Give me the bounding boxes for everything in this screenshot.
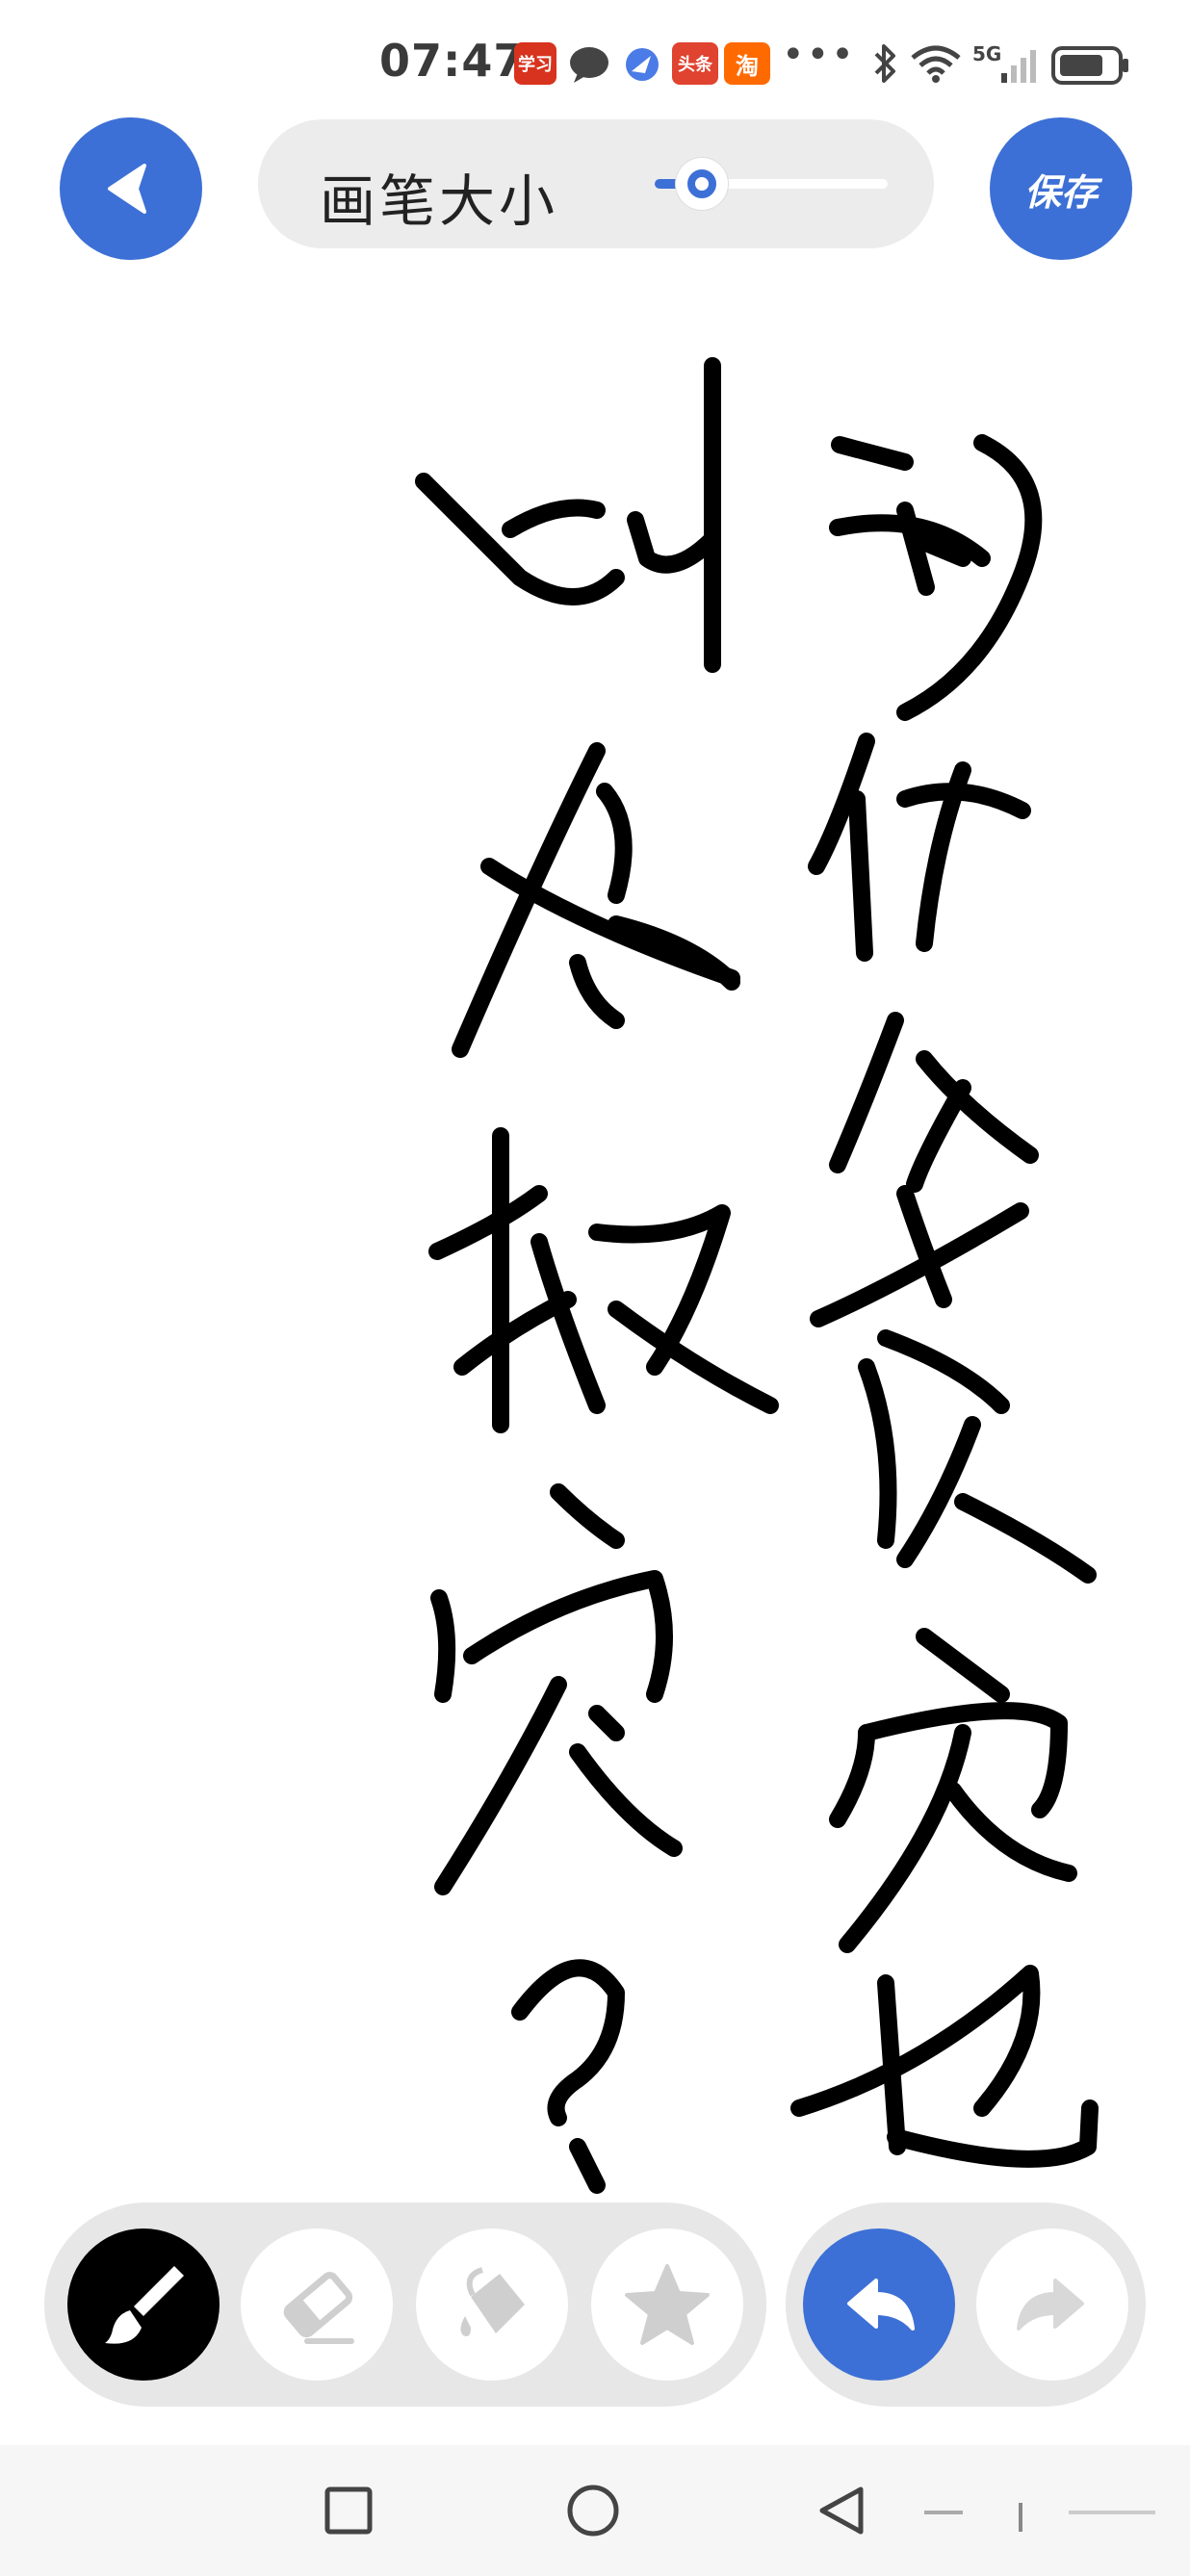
stroke xyxy=(415,473,625,605)
battery-icon xyxy=(1051,46,1128,85)
fill-tool[interactable] xyxy=(416,2228,568,2381)
stroke xyxy=(530,1233,606,1414)
status-bar: 07:47 学习 头条 淘 ••• 5G xyxy=(0,0,1190,116)
stroke xyxy=(829,1724,875,1828)
slider-track-empty xyxy=(724,179,888,189)
stroke xyxy=(569,2138,606,2194)
circle-icon[interactable] xyxy=(564,2482,622,2539)
eraser-icon xyxy=(283,2272,354,2344)
scroll-hint-icon xyxy=(924,2503,1155,2532)
stroke xyxy=(434,1676,567,1895)
xuexi-app-icon: 学习 xyxy=(514,42,556,85)
stroke xyxy=(887,2099,1099,2168)
stroke xyxy=(916,1628,1010,1703)
stroke xyxy=(848,790,873,962)
brush-size-slider[interactable] xyxy=(655,158,895,210)
stroke xyxy=(790,1965,1041,2117)
paint-bucket-icon xyxy=(460,2267,525,2336)
stroke xyxy=(829,1012,904,1173)
save-button[interactable]: 保存 xyxy=(990,117,1132,260)
history-controls xyxy=(786,2202,1146,2407)
brush-size-label: 画笔大小 xyxy=(320,168,559,234)
stroke xyxy=(608,1301,779,1414)
system-nav-bar xyxy=(0,2445,1190,2576)
stroke xyxy=(608,915,740,991)
bluetooth-icon xyxy=(874,44,895,83)
redo-icon xyxy=(1017,2279,1084,2331)
status-time: 07:47 xyxy=(379,35,526,87)
stroke xyxy=(550,1483,625,1549)
undo-icon xyxy=(847,2279,915,2331)
sticker-tool[interactable] xyxy=(591,2228,743,2381)
stroke xyxy=(588,1705,625,1741)
stroke xyxy=(627,482,721,574)
wifi-icon xyxy=(911,45,961,83)
pinwheel-icon xyxy=(626,48,659,81)
square-icon[interactable] xyxy=(322,2484,375,2537)
signal-icon xyxy=(1001,50,1036,83)
stroke xyxy=(511,1959,625,2126)
brush-icon xyxy=(105,2266,184,2344)
stroke xyxy=(596,783,633,904)
taobao-app-icon: 淘 xyxy=(724,42,770,85)
stroke xyxy=(877,1329,1010,1414)
chat-bubble-icon xyxy=(570,47,608,83)
brush-tool[interactable] xyxy=(67,2228,220,2381)
stroke xyxy=(502,499,606,538)
stroke xyxy=(896,783,1031,819)
stroke xyxy=(896,1185,952,1308)
star-icon xyxy=(625,2264,710,2345)
more-notifications-icon: ••• xyxy=(782,33,856,77)
stroke xyxy=(906,1079,971,1193)
drawing-canvas[interactable] xyxy=(0,289,1190,2214)
eraser-tool[interactable] xyxy=(241,2228,393,2381)
back-button[interactable] xyxy=(60,117,202,260)
undo-button[interactable] xyxy=(803,2228,955,2381)
toutiao-app-icon: 头条 xyxy=(672,42,718,85)
stroke xyxy=(452,742,606,1058)
stroke xyxy=(463,1570,673,1703)
back-arrow-icon xyxy=(108,164,146,214)
network-type: 5G xyxy=(972,42,1002,65)
stroke xyxy=(877,1974,906,2155)
stroke xyxy=(430,1589,456,1703)
stroke xyxy=(896,1416,981,1568)
stroke xyxy=(569,954,625,1029)
drawing-tools xyxy=(44,2202,766,2407)
slider-thumb[interactable] xyxy=(676,158,728,210)
stroke xyxy=(858,1358,897,1549)
stroke xyxy=(569,1743,683,1857)
redo-button[interactable] xyxy=(976,2228,1128,2381)
triangle-icon[interactable] xyxy=(813,2482,870,2539)
stroke xyxy=(954,1493,1097,1584)
brush-size-control: 画笔大小 xyxy=(258,119,934,248)
stroke xyxy=(428,1185,548,1260)
stroke xyxy=(831,436,914,471)
